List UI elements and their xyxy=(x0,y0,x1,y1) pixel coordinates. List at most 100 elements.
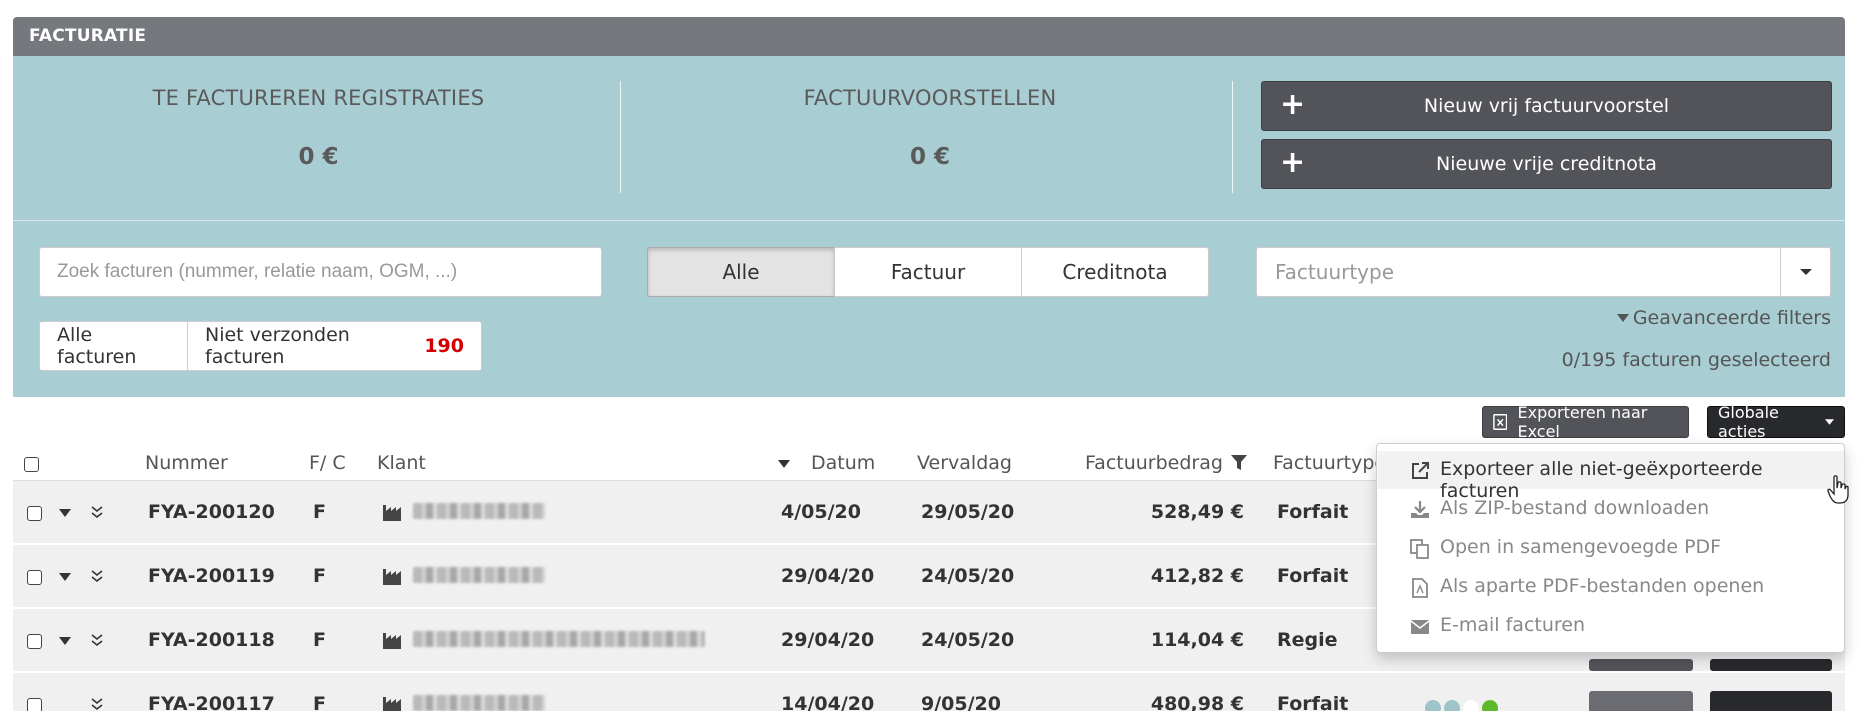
row-more-button[interactable] xyxy=(1710,691,1832,711)
advanced-filters-toggle[interactable]: Geavanceerde filters xyxy=(1616,307,1831,329)
menu-item-separate-pdfs[interactable]: Als aparte PDF-bestanden openen xyxy=(1378,568,1844,606)
header-fc[interactable]: F/ C xyxy=(309,452,346,474)
stat-registrations: TE FACTUREREN REGISTRATIES 0 € xyxy=(13,56,624,221)
row-checkbox[interactable] xyxy=(27,506,42,521)
invoice-number: FYA-200118 xyxy=(148,629,275,651)
caret-down-icon xyxy=(1616,314,1629,322)
invoice-number: FYA-200119 xyxy=(148,565,275,587)
search-input[interactable]: Zoek facturen (nummer, relatie naam, OGM… xyxy=(39,247,602,297)
stat-proposals: FACTUURVOORSTELLEN 0 € xyxy=(624,56,1236,221)
divider xyxy=(620,81,621,193)
row-action-buttons[interactable] xyxy=(1589,659,1693,671)
row-checkbox[interactable] xyxy=(27,570,42,585)
all-invoices-tab[interactable]: Alle facturen xyxy=(39,321,188,371)
envelope-icon xyxy=(1410,620,1430,634)
double-chevron-down-icon[interactable] xyxy=(91,569,103,583)
menu-item-merged-pdf[interactable]: Open in samengevoegde PDF xyxy=(1378,529,1844,567)
caret-down-icon[interactable] xyxy=(59,573,71,581)
download-icon xyxy=(1411,501,1429,518)
export-excel-label: Exporteren naar Excel xyxy=(1517,403,1648,441)
invoice-fc: F xyxy=(313,693,326,713)
hand-cursor-icon xyxy=(1827,475,1849,504)
header-number[interactable]: Nummer xyxy=(145,452,228,474)
plus-icon: + xyxy=(1280,145,1306,180)
segment-factuur[interactable]: Factuur xyxy=(834,247,1022,297)
invoice-due: 24/05/20 xyxy=(921,565,1015,587)
unsent-invoices-tab[interactable]: Niet verzonden facturen 190 xyxy=(187,321,482,371)
invoice-number: FYA-200117 xyxy=(148,693,275,713)
header-type[interactable]: Factuurtype xyxy=(1273,452,1386,474)
new-credit-note-label: Nieuwe vrije creditnota xyxy=(1436,153,1657,175)
invoice-due: 9/05/20 xyxy=(921,693,1001,713)
invoice-date: 29/04/20 xyxy=(781,629,875,651)
sort-desc-icon xyxy=(778,460,790,468)
invoice-amount: 480,98 € xyxy=(1150,693,1244,713)
copy-pdf-icon xyxy=(1410,539,1429,559)
advanced-filters-label: Geavanceerde filters xyxy=(1632,307,1831,329)
global-actions-menu: Exporteer alle niet-geëxporteerde factur… xyxy=(1376,443,1845,653)
row-action-buttons[interactable] xyxy=(1589,691,1693,711)
selection-count: 0/195 facturen geselecteerd xyxy=(1561,349,1831,371)
summary-section: TE FACTUREREN REGISTRATIES 0 € FACTUURVO… xyxy=(13,56,1845,221)
factory-icon xyxy=(383,505,401,521)
caret-down-icon[interactable] xyxy=(59,509,71,517)
invoicing-panel: FACTURATIE TE FACTUREREN REGISTRATIES 0 … xyxy=(13,17,1845,397)
invoice-type-select[interactable]: Factuurtype xyxy=(1256,247,1831,297)
double-chevron-down-icon[interactable] xyxy=(91,505,103,519)
invoice-date: 29/04/20 xyxy=(781,565,875,587)
caret-down-icon[interactable] xyxy=(59,637,71,645)
stat-registrations-title: TE FACTUREREN REGISTRATIES xyxy=(152,86,485,110)
unsent-count-badge: 190 xyxy=(424,335,464,357)
menu-item-export-unexported[interactable]: Exporteer alle niet-geëxporteerde factur… xyxy=(1378,451,1844,502)
export-excel-button[interactable]: Exporteren naar Excel xyxy=(1482,403,1689,441)
invoice-fc: F xyxy=(313,565,326,587)
double-chevron-down-icon[interactable] xyxy=(91,633,103,647)
invoice-number: FYA-200120 xyxy=(148,501,275,523)
new-invoice-proposal-button[interactable]: + Nieuw vrij factuurvoorstel xyxy=(1261,81,1832,131)
filter-icon[interactable] xyxy=(1231,455,1247,471)
global-actions-label: Globale acties xyxy=(1718,403,1779,441)
segment-alle[interactable]: Alle xyxy=(647,247,835,297)
invoice-type: Forfait xyxy=(1277,501,1349,523)
global-actions-button[interactable]: Globale acties xyxy=(1707,403,1845,441)
external-link-icon xyxy=(1412,462,1429,479)
menu-item-label: E-mail facturen xyxy=(1440,614,1586,636)
select-all-checkbox[interactable] xyxy=(24,457,39,472)
invoice-fc: F xyxy=(313,501,326,523)
menu-item-zip-download[interactable]: Als ZIP-bestand downloaden xyxy=(1378,490,1844,528)
invoice-type-placeholder: Factuurtype xyxy=(1275,260,1395,284)
invoice-amount: 114,04 € xyxy=(1150,629,1244,651)
pdf-file-icon xyxy=(1412,578,1428,598)
stat-proposals-title: FACTUURVOORSTELLEN xyxy=(803,86,1057,110)
client-name-redacted xyxy=(413,631,705,647)
header-amount[interactable]: Factuurbedrag xyxy=(1085,452,1223,474)
divider xyxy=(1232,81,1233,193)
all-invoices-label: Alle facturen xyxy=(57,324,137,368)
chevron-down-icon[interactable] xyxy=(1780,248,1830,296)
header-client[interactable]: Klant xyxy=(377,452,426,474)
unsent-invoices-label: Niet verzonden facturen xyxy=(205,324,350,368)
new-invoice-proposal-label: Nieuw vrij factuurvoorstel xyxy=(1423,95,1670,117)
client-name-redacted xyxy=(413,503,545,519)
table-row[interactable]: FYA-200117 F 14/04/20 9/05/20 480,98 € F… xyxy=(13,673,1845,713)
new-credit-note-button[interactable]: + Nieuwe vrije creditnota xyxy=(1261,139,1832,189)
factory-icon xyxy=(383,697,401,711)
menu-item-label: Als ZIP-bestand downloaden xyxy=(1440,497,1710,519)
status-dots xyxy=(1425,699,1501,711)
stat-registrations-value: 0 € xyxy=(298,144,339,170)
row-checkbox[interactable] xyxy=(27,634,42,649)
menu-item-email-invoices[interactable]: E-mail facturen xyxy=(1378,607,1844,645)
invoice-amount: 412,82 € xyxy=(1150,565,1244,587)
row-more-button[interactable] xyxy=(1710,659,1832,671)
row-checkbox[interactable] xyxy=(27,698,42,711)
segment-creditnota[interactable]: Creditnota xyxy=(1021,247,1209,297)
invoice-due: 24/05/20 xyxy=(921,629,1015,651)
menu-item-label: Als aparte PDF-bestanden openen xyxy=(1440,575,1765,597)
client-name-redacted xyxy=(413,567,545,583)
excel-file-icon xyxy=(1493,414,1508,430)
header-date[interactable]: Datum xyxy=(811,452,875,474)
factory-icon xyxy=(383,569,401,585)
invoice-fc: F xyxy=(313,629,326,651)
header-due[interactable]: Vervaldag xyxy=(917,452,1012,474)
factory-icon xyxy=(383,633,401,649)
